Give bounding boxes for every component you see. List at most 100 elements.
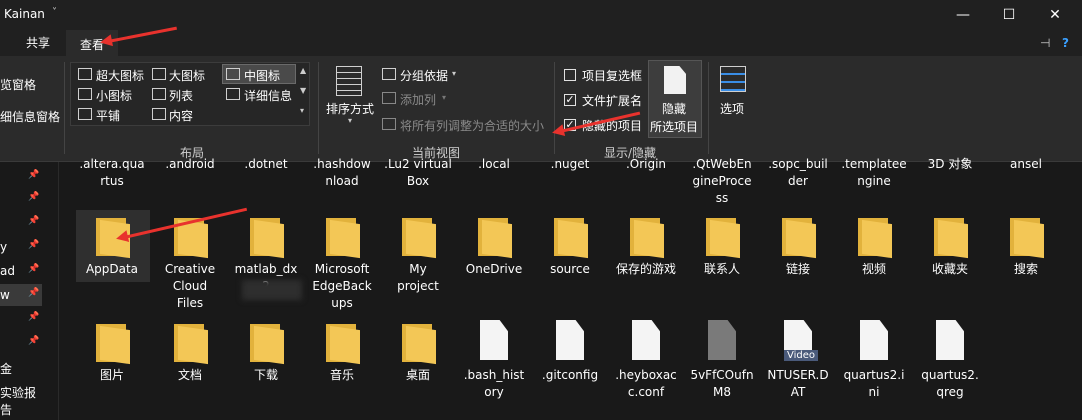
sidebar-item[interactable]: ad [0, 264, 15, 278]
layout-content[interactable]: 内容 [169, 107, 193, 124]
maximize-button[interactable]: ☐ [986, 0, 1032, 30]
file-icon[interactable] [556, 320, 584, 360]
file-name-line: project [397, 279, 439, 293]
file-name-line: .altera.qua [79, 157, 145, 171]
folder-icon[interactable] [398, 322, 438, 365]
layout-small[interactable]: 小图标 [96, 87, 132, 104]
folder-icon[interactable] [550, 216, 590, 259]
file-name-line: .sopc_buil [768, 157, 828, 171]
sidebar-item[interactable]: w [0, 288, 10, 302]
add-column-dropdown-icon: ▾ [442, 93, 447, 102]
sidebar-item[interactable]: 实验报告 [0, 384, 42, 418]
folder-icon[interactable] [854, 216, 894, 259]
divider [318, 62, 319, 154]
pin-icon[interactable]: 📌 [28, 264, 39, 274]
folder-front [406, 325, 436, 365]
folder-icon[interactable] [322, 322, 362, 365]
file-label: .altera.qua rtus [77, 156, 147, 190]
file-name-line: Creative [164, 262, 216, 276]
pin-ribbon-icon[interactable]: ⊣ [1040, 36, 1050, 50]
layout-extra-large[interactable]: 超大图标 [96, 67, 144, 84]
layout-large[interactable]: 大图标 [169, 67, 205, 84]
file-name-line: 搜索 [1013, 262, 1038, 276]
add-column-button: 添加列 [400, 93, 437, 107]
file-icon[interactable] [632, 320, 660, 360]
hide-selected-label-2: 所选项目 [650, 120, 699, 134]
tab-share[interactable]: 共享 [26, 34, 50, 51]
file-label: 桌面 [383, 367, 453, 384]
file-label: .heyboxac c.conf [611, 367, 681, 401]
file-name-line: My [409, 262, 427, 276]
layout-tiles[interactable]: 平铺 [96, 107, 120, 124]
title-dropdown-icon[interactable]: ˅ [52, 7, 57, 18]
layout-details[interactable]: 详细信息 [244, 87, 292, 104]
folder-icon[interactable] [170, 322, 210, 365]
item-checkboxes-checkbox[interactable] [564, 69, 576, 81]
pin-icon[interactable]: 📌 [28, 288, 39, 298]
folder-icon[interactable] [398, 216, 438, 259]
file-label: 3D 对象 [915, 156, 985, 173]
layout-list[interactable]: 列表 [169, 87, 193, 104]
pin-icon[interactable]: 📌 [28, 240, 39, 250]
small-icons-icon [78, 88, 92, 100]
file-name-line: 5vFfCOufn [690, 368, 754, 382]
file-label: .templatee ngine [839, 156, 909, 190]
file-name-line: 3D 对象 [927, 157, 973, 171]
sort-by-button[interactable]: 排序方式 [326, 100, 374, 117]
group-by-dropdown-icon[interactable]: ▾ [452, 69, 456, 78]
folder-icon[interactable] [322, 216, 362, 259]
file-label: .android [155, 156, 225, 173]
ribbon-tabs: 共享 查看 ⊣ ? [0, 30, 1082, 56]
pin-icon[interactable]: 📌 [28, 216, 39, 226]
folder-icon[interactable] [92, 322, 132, 365]
folder-front [330, 219, 360, 259]
sidebar-item[interactable]: y [0, 240, 7, 254]
file-icon[interactable] [860, 320, 888, 360]
video-badge: Video [784, 350, 819, 361]
pin-icon[interactable]: 📌 [28, 312, 39, 322]
folder-icon[interactable] [930, 216, 970, 259]
folder-icon[interactable] [778, 216, 818, 259]
file-name-line: .hashdow [313, 157, 371, 171]
vertical-scrollbar[interactable] [1068, 162, 1082, 420]
layout-medium[interactable]: 中图标 [244, 67, 280, 84]
pin-icon[interactable]: 📌 [28, 336, 39, 346]
folder-icon[interactable] [246, 216, 286, 259]
group-by-button[interactable]: 分组依据 [400, 67, 448, 84]
minimize-button[interactable]: — [940, 0, 986, 30]
help-icon[interactable]: ? [1062, 36, 1069, 50]
folder-icon[interactable] [626, 216, 666, 259]
divider [554, 62, 555, 154]
preview-pane-button[interactable]: 览窗格 [0, 76, 36, 93]
hide-selected-icon [664, 66, 686, 94]
file-name-line: ory [484, 385, 504, 399]
options-button[interactable]: 选项 [720, 100, 744, 117]
folder-icon[interactable] [1006, 216, 1046, 259]
medium-icons-icon [226, 68, 240, 80]
pane-splitter[interactable] [58, 162, 59, 420]
folder-icon[interactable] [474, 216, 514, 259]
close-button[interactable]: ✕ [1032, 0, 1078, 30]
divider [708, 62, 709, 154]
file-icon[interactable] [708, 320, 736, 360]
layout-more-icon[interactable]: ▾ [300, 106, 304, 115]
file-icon[interactable] [480, 320, 508, 360]
pin-icon[interactable]: 📌 [28, 192, 39, 202]
layout-scroll-down-icon[interactable]: ▼ [300, 86, 306, 95]
pin-icon[interactable]: 📌 [28, 170, 39, 180]
folder-icon[interactable] [702, 216, 742, 259]
file-name-line: .dotnet [244, 157, 288, 171]
file-name-line: ngine [857, 174, 891, 188]
file-label: quartus2.i ni [839, 367, 909, 401]
details-pane-button[interactable]: 细信息窗格 [0, 108, 60, 125]
file-label: NTUSER.D AT [763, 367, 833, 401]
file-icon[interactable] [936, 320, 964, 360]
file-extensions-checkbox[interactable]: ✓ [564, 94, 576, 106]
file-label: .nuget [535, 156, 605, 173]
file-label: source [535, 261, 605, 278]
sidebar-item[interactable]: 金 [0, 360, 12, 377]
sort-dropdown-icon[interactable]: ▾ [348, 116, 352, 125]
layout-scroll-up-icon[interactable]: ▲ [300, 66, 306, 75]
folder-icon[interactable] [246, 322, 286, 365]
file-label: .QtWebEn gineProce ss [687, 156, 757, 207]
